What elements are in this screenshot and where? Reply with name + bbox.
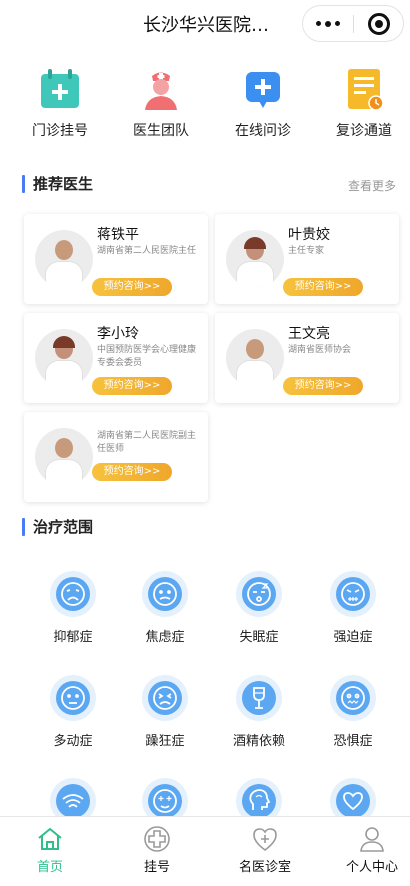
frustrated-face-icon xyxy=(142,675,188,721)
more-menu-button[interactable] xyxy=(303,6,353,41)
bottom-tab-bar: 首页 挂号 名医诊室 个人中心 xyxy=(0,816,410,886)
chat-plus-icon xyxy=(243,68,283,110)
book-consult-button[interactable]: 预约咨询>> xyxy=(92,463,172,481)
quick-online-consult[interactable]: 在线问诊 xyxy=(213,68,313,140)
treatment-item-ocd[interactable]: 强迫症 xyxy=(315,571,391,645)
tab-register[interactable]: 挂号 xyxy=(107,825,207,875)
heart-plus-icon xyxy=(251,825,279,853)
treatment-item-adhd[interactable]: 多动症 xyxy=(35,675,111,749)
page-title: 长沙华兴医院… xyxy=(143,15,269,36)
mini-program-capsule xyxy=(302,5,404,42)
treatment-item-phobia[interactable]: 恐惧症 xyxy=(315,675,391,749)
sad-face-icon xyxy=(50,571,96,617)
book-consult-button[interactable]: 预约咨询>> xyxy=(92,377,172,395)
tab-profile[interactable]: 个人中心 xyxy=(322,825,410,875)
quick-outpatient-register[interactable]: 门诊挂号 xyxy=(10,68,110,140)
home-icon xyxy=(36,825,64,853)
doctor-name: 叶贵姣 xyxy=(288,227,330,243)
quick-label: 在线问诊 xyxy=(235,123,291,139)
angry-face-icon xyxy=(330,571,376,617)
tab-famous-doctors[interactable]: 名医诊室 xyxy=(215,825,315,875)
doctor-name: 王文亮 xyxy=(288,326,330,342)
treatment-item-alcohol-dependence[interactable]: 酒精依赖 xyxy=(221,675,297,749)
quick-label: 医生团队 xyxy=(133,123,189,139)
doctor-name: 李小玲 xyxy=(97,326,139,342)
doctor-desc: 湖南省第二人民医院副主任医师 xyxy=(97,431,197,454)
nurse-icon xyxy=(141,68,181,110)
doctor-name: 蒋铁平 xyxy=(97,227,139,243)
doctor-avatar xyxy=(35,230,93,288)
doctor-desc: 湖南省医师协会 xyxy=(288,345,352,355)
calendar-plus-icon xyxy=(40,68,80,110)
wine-glass-icon xyxy=(236,675,282,721)
doctor-desc: 主任专家 xyxy=(288,246,325,256)
doctor-card[interactable]: 蒋铁平 湖南省第二人民医院主任 预约咨询>> xyxy=(24,214,208,304)
nav-header: 长沙华兴医院… xyxy=(0,0,410,50)
doctor-card[interactable]: 李小玲 中国预防医学会心理健康专委会委员 预约咨询>> xyxy=(24,313,208,403)
book-consult-button[interactable]: 预约咨询>> xyxy=(283,377,363,395)
tab-home[interactable]: 首页 xyxy=(0,825,100,875)
doctor-card[interactable]: 叶贵姣 主任专家 预约咨询>> xyxy=(215,214,399,304)
quick-label: 门诊挂号 xyxy=(32,123,88,139)
treatment-item-depression[interactable]: 抑郁症 xyxy=(35,571,111,645)
quick-label: 复诊通道 xyxy=(336,123,392,139)
treatment-item-insomnia[interactable]: 失眠症 xyxy=(221,571,297,645)
quick-doctor-team[interactable]: 医生团队 xyxy=(111,68,211,140)
doctor-avatar xyxy=(226,329,284,387)
close-program-button[interactable] xyxy=(368,13,390,35)
doctor-card[interactable]: 湖南省第二人民医院副主任医师 预约咨询>> xyxy=(24,412,208,502)
quick-follow-up[interactable]: 复诊通道 xyxy=(314,68,410,140)
treatment-item-mania[interactable]: 躁狂症 xyxy=(127,675,203,749)
doctor-card[interactable]: 王文亮 湖南省医师协会 预约咨询>> xyxy=(215,313,399,403)
sleepy-face-icon xyxy=(236,571,282,617)
medical-cross-icon xyxy=(143,825,171,853)
blank-face-icon xyxy=(50,675,96,721)
doctor-avatar xyxy=(226,230,284,288)
view-more-link[interactable]: 查看更多 xyxy=(348,177,396,194)
document-clock-icon xyxy=(344,68,384,111)
fearful-face-icon xyxy=(330,675,376,721)
book-consult-button[interactable]: 预约咨询>> xyxy=(92,278,172,296)
book-consult-button[interactable]: 预约咨询>> xyxy=(283,278,363,296)
doctor-desc: 湖南省第二人民医院主任 xyxy=(97,246,197,256)
treatment-item-anxiety[interactable]: 焦虑症 xyxy=(127,571,203,645)
doctor-avatar xyxy=(35,428,93,486)
doctor-avatar xyxy=(35,329,93,387)
doctor-desc: 中国预防医学会心理健康专委会委员 xyxy=(97,345,197,368)
user-icon xyxy=(358,825,386,853)
worried-face-icon xyxy=(142,571,188,617)
